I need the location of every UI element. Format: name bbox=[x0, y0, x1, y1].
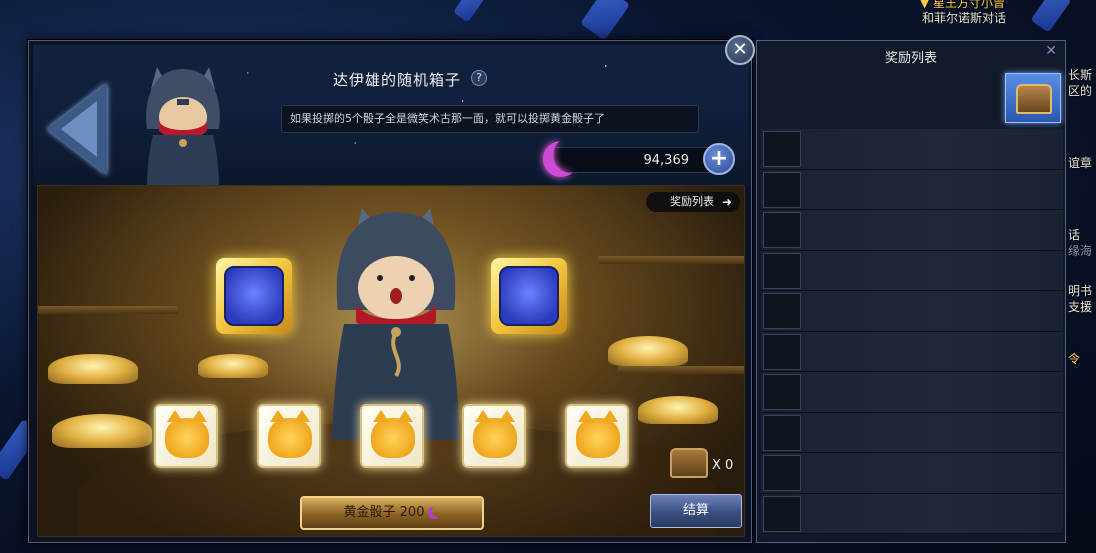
hooded-hamster-portrait bbox=[146, 67, 220, 185]
gold-dice-slot bbox=[491, 258, 567, 334]
reward-slot[interactable] bbox=[763, 374, 801, 410]
blue-cat-face-icon bbox=[224, 266, 284, 326]
reward-list-title: 奖励列表 bbox=[884, 51, 937, 66]
reward-slot[interactable] bbox=[763, 455, 801, 491]
edge-text: 支援 bbox=[1068, 300, 1093, 314]
add-currency-button[interactable]: + bbox=[703, 143, 735, 175]
dice[interactable] bbox=[257, 404, 321, 468]
reward-slot[interactable] bbox=[763, 495, 801, 532]
edge-text: 令 bbox=[1068, 352, 1081, 366]
reward-slot[interactable] bbox=[763, 333, 801, 370]
back-arrow-icon[interactable] bbox=[47, 83, 107, 175]
coin-pile bbox=[198, 354, 268, 378]
reward-slot[interactable] bbox=[763, 293, 801, 329]
shelf bbox=[38, 306, 178, 314]
yellow-cat-face-icon bbox=[165, 410, 209, 458]
yellow-cat-face-icon bbox=[268, 410, 312, 458]
background-crystal bbox=[580, 0, 630, 41]
yellow-cat-face-icon bbox=[473, 410, 517, 458]
coin-pile bbox=[638, 396, 718, 424]
treasure-chest-icon bbox=[670, 448, 708, 478]
coin-pile bbox=[48, 354, 138, 384]
dice[interactable] bbox=[360, 404, 424, 468]
close-button[interactable]: ✕ bbox=[725, 35, 755, 65]
yellow-cat-face-icon bbox=[576, 410, 620, 458]
arrow-right-icon: ➜ bbox=[721, 195, 732, 209]
help-icon[interactable]: ? bbox=[471, 70, 487, 86]
reward-row[interactable] bbox=[761, 291, 1063, 332]
reward-slot[interactable] bbox=[763, 131, 801, 167]
edge-text: 长斯 bbox=[1068, 68, 1093, 82]
close-icon[interactable]: ✕ bbox=[1045, 43, 1057, 59]
currency-value: 94,369 bbox=[643, 153, 690, 168]
gold-dice-slot bbox=[216, 258, 292, 334]
coin-pile bbox=[52, 414, 152, 448]
reward-row[interactable] bbox=[761, 331, 1063, 372]
reward-list-link[interactable]: 奖励列表 ➜ bbox=[646, 192, 740, 212]
reward-row[interactable] bbox=[761, 493, 1063, 534]
moon-currency-icon bbox=[428, 507, 440, 519]
dice[interactable] bbox=[462, 404, 526, 468]
reward-list bbox=[761, 129, 1063, 534]
coin-pile bbox=[608, 336, 688, 366]
reward-row[interactable] bbox=[761, 169, 1063, 210]
gold-dice-button[interactable]: 黄金骰子 200 bbox=[300, 496, 484, 530]
reward-box-icon[interactable] bbox=[1005, 73, 1061, 123]
edge-text: 缘海 bbox=[1068, 244, 1093, 258]
edge-text: 话 bbox=[1068, 228, 1081, 242]
quest-objective[interactable]: 和菲尔诺斯对话 bbox=[922, 9, 1006, 26]
reward-slot[interactable] bbox=[763, 171, 801, 208]
reward-row[interactable] bbox=[761, 210, 1063, 251]
edge-text: 明书 bbox=[1068, 284, 1093, 298]
window-header: 达伊雄的随机箱子 ? 如果投掷的5个骰子全是微笑术古那一面，就可以投掷黄金骰子了… bbox=[33, 45, 749, 185]
reward-slot[interactable] bbox=[763, 212, 801, 248]
dice[interactable] bbox=[154, 404, 218, 468]
reward-list-link-label: 奖励列表 bbox=[670, 195, 714, 208]
gold-dice-button-label: 黄金骰子 200 bbox=[343, 505, 425, 520]
window-title: 达伊雄的随机箱子 bbox=[333, 71, 462, 89]
reward-row[interactable] bbox=[761, 129, 1063, 170]
edge-text: 区的 bbox=[1068, 84, 1093, 98]
background-crystal bbox=[453, 0, 485, 23]
shelf bbox=[598, 256, 744, 264]
reward-row[interactable] bbox=[761, 412, 1063, 453]
reward-row[interactable] bbox=[761, 250, 1063, 291]
chest-count: X 0 bbox=[712, 458, 734, 473]
blue-cat-face-icon bbox=[499, 266, 559, 326]
settle-button[interactable]: 结算 bbox=[650, 494, 742, 528]
shelf bbox=[618, 366, 744, 374]
reward-row[interactable] bbox=[761, 453, 1063, 494]
random-box-window: 达伊雄的随机箱子 ? 如果投掷的5个骰子全是微笑术古那一面，就可以投掷黄金骰子了… bbox=[28, 35, 755, 543]
reward-list-panel: 奖励列表 ✕ bbox=[756, 40, 1066, 543]
reward-slot[interactable] bbox=[763, 252, 801, 289]
yellow-cat-face-icon bbox=[371, 410, 415, 458]
background-crystal bbox=[1030, 0, 1072, 33]
treasure-chest-icon bbox=[1016, 84, 1052, 114]
reward-slot[interactable] bbox=[763, 414, 801, 451]
rule-description: 如果投掷的5个骰子全是微笑术古那一面，就可以投掷黄金骰子了 bbox=[281, 105, 699, 133]
dice[interactable] bbox=[565, 404, 629, 468]
dice-scene: 奖励列表 ➜ X 0 黄金骰子 200 结算 bbox=[37, 185, 745, 537]
reward-row[interactable] bbox=[761, 372, 1063, 413]
edge-text: 谊章 bbox=[1068, 156, 1093, 170]
moon-currency-icon bbox=[543, 141, 579, 177]
